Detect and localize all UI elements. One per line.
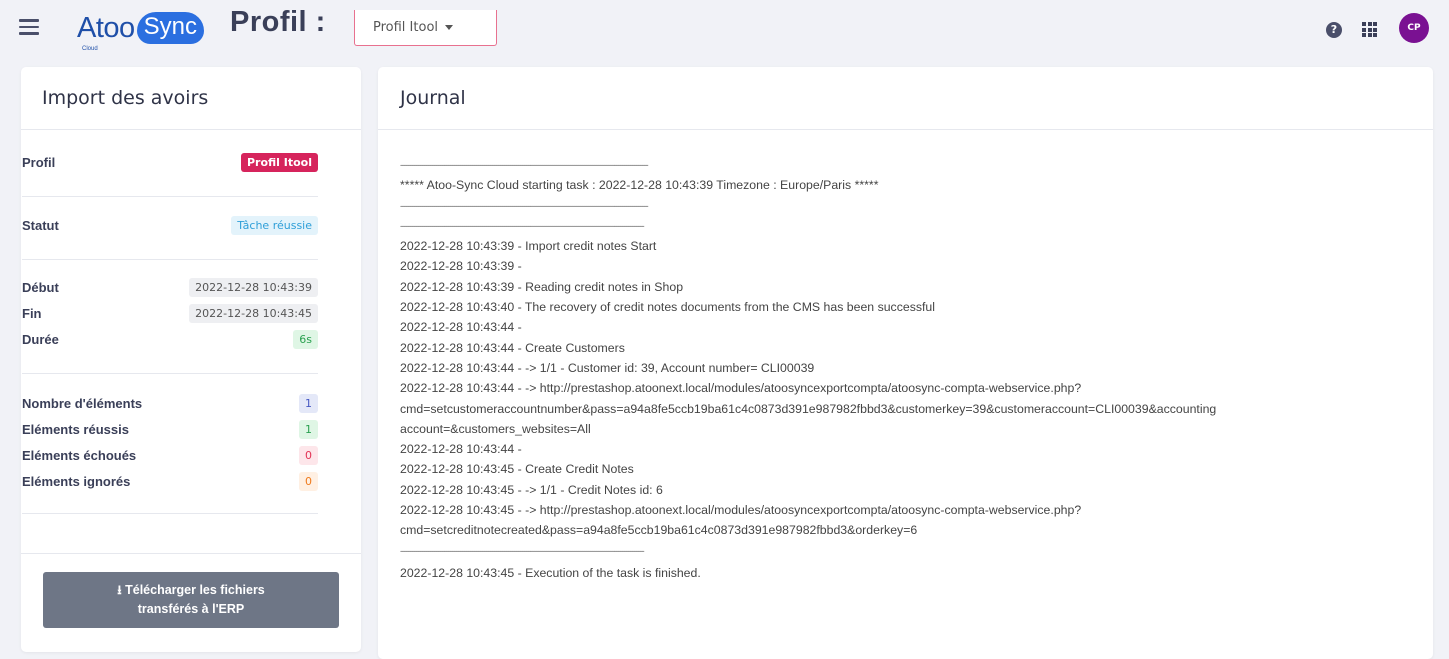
nb-elements-label: Nombre d'éléments	[22, 396, 143, 411]
top-bar: Atoo Sync Cloud Profil : Profil Itool ? …	[0, 0, 1449, 58]
ignored-count-badge: 0	[299, 472, 318, 491]
log-line: 2022-12-28 10:43:39 - Import credit note…	[400, 239, 657, 254]
profile-badge: Profil Itool	[240, 153, 318, 172]
reussis-row: Eléments réussis 1	[22, 420, 318, 439]
status-badge: Tâche réussie	[231, 216, 318, 235]
failed-count-badge: 0	[299, 446, 318, 465]
log-line: 2022-12-28 10:43:39 - Reading credit not…	[400, 279, 684, 294]
log-line: 2022-12-28 10:43:44 - Create Customers	[400, 340, 625, 355]
duration-badge: 6s	[293, 330, 318, 349]
menu-icon[interactable]	[19, 19, 39, 35]
echoues-row: Eléments échoués 0	[22, 446, 318, 465]
nb-elements-row: Nombre d'éléments 1	[22, 394, 318, 413]
log-line: ----------------------------------------…	[400, 160, 649, 170]
statut-row: Statut Tâche réussie	[22, 216, 318, 235]
duree-label: Durée	[22, 332, 59, 347]
log-line: ----------------------------------------…	[400, 200, 649, 211]
log-line: account=&customers_websites=All	[400, 421, 591, 436]
log-line: 2022-12-28 10:43:39 -	[400, 259, 522, 274]
log-line: 2022-12-28 10:43:44 - -> http://prestash…	[400, 381, 1082, 396]
log-line: ----------------------------------------…	[400, 220, 645, 231]
download-icon: ⭳	[117, 583, 122, 597]
profile-select[interactable]: Profil Itool	[354, 10, 497, 46]
log-line: 2022-12-28 10:43:45 - -> 1/1 - Credit No…	[400, 482, 663, 497]
log-line: 2022-12-28 10:43:44 -	[400, 320, 522, 335]
logo-text-atoo: Atoo	[77, 11, 135, 44]
ignores-label: Eléments ignorés	[22, 474, 131, 489]
end-time-badge: 2022-12-28 10:43:45	[189, 304, 318, 323]
log-line: 2022-12-28 10:43:44 -	[400, 442, 522, 457]
grid-icon[interactable]	[1362, 22, 1377, 37]
debut-row: Début 2022-12-28 10:43:39	[22, 278, 318, 297]
download-button-line-1: ⭳ Télécharger les fichiers	[117, 581, 265, 600]
log-line: 2022-12-28 10:43:44 - -> 1/1 - Customer …	[400, 360, 815, 375]
divider	[22, 259, 318, 260]
card-title: Import des avoirs	[21, 67, 361, 130]
ignores-row: Eléments ignorés 0	[22, 472, 318, 491]
statut-label: Statut	[22, 218, 59, 233]
logo-subtext: Cloud	[82, 46, 98, 52]
total-count-badge: 1	[299, 394, 318, 413]
start-time-badge: 2022-12-28 10:43:39	[189, 278, 318, 297]
profil-row: Profil Profil Itool	[22, 153, 318, 172]
log-line: 2022-12-28 10:43:45 - -> http://prestash…	[400, 503, 1082, 518]
profil-label: Profil	[22, 155, 56, 170]
log-line: cmd=setcustomeraccountnumber&pass=a94a8f…	[400, 401, 1217, 416]
log-line: ***** Atoo-Sync Cloud starting task : 20…	[400, 178, 879, 193]
download-files-button[interactable]: ⭳ Télécharger les fichiers transférés à …	[43, 572, 339, 628]
debut-label: Début	[22, 280, 59, 295]
divider	[22, 196, 318, 197]
divider	[22, 513, 318, 514]
log-line: 2022-12-28 10:43:45 - Execution of the t…	[400, 565, 701, 580]
divider	[22, 373, 318, 374]
log-line: 2022-12-28 10:43:45 - Create Credit Note…	[400, 462, 634, 477]
caret-down-icon	[445, 25, 454, 30]
fin-label: Fin	[22, 306, 42, 321]
download-button-line-2: transférés à l'ERP	[137, 602, 245, 616]
reussis-label: Eléments réussis	[22, 422, 129, 437]
log-line: cmd=setcreditnotecreated&pass=a94a8fe5cc…	[400, 523, 918, 538]
success-count-badge: 1	[299, 420, 318, 439]
avatar[interactable]: CP	[1399, 13, 1429, 43]
card-footer-divider	[21, 553, 361, 554]
page-title: Profil :	[230, 6, 326, 38]
fin-row: Fin 2022-12-28 10:43:45	[22, 304, 318, 323]
journal-title: Journal	[378, 67, 1433, 130]
profile-select-value: Profil Itool	[373, 20, 439, 35]
duree-row: Durée 6s	[22, 330, 318, 349]
logo-text-sync: Sync	[136, 12, 205, 44]
log-line: ----------------------------------------…	[400, 545, 645, 556]
app-logo[interactable]: Atoo Sync Cloud	[77, 8, 205, 52]
journal-log: ----------------------------------------…	[400, 155, 1420, 583]
echoues-label: Eléments échoués	[22, 448, 137, 463]
download-label-1: Télécharger les fichiers	[125, 583, 265, 597]
question-circle-icon[interactable]: ?	[1326, 22, 1342, 38]
log-line: 2022-12-28 10:43:40 - The recovery of cr…	[400, 300, 935, 315]
